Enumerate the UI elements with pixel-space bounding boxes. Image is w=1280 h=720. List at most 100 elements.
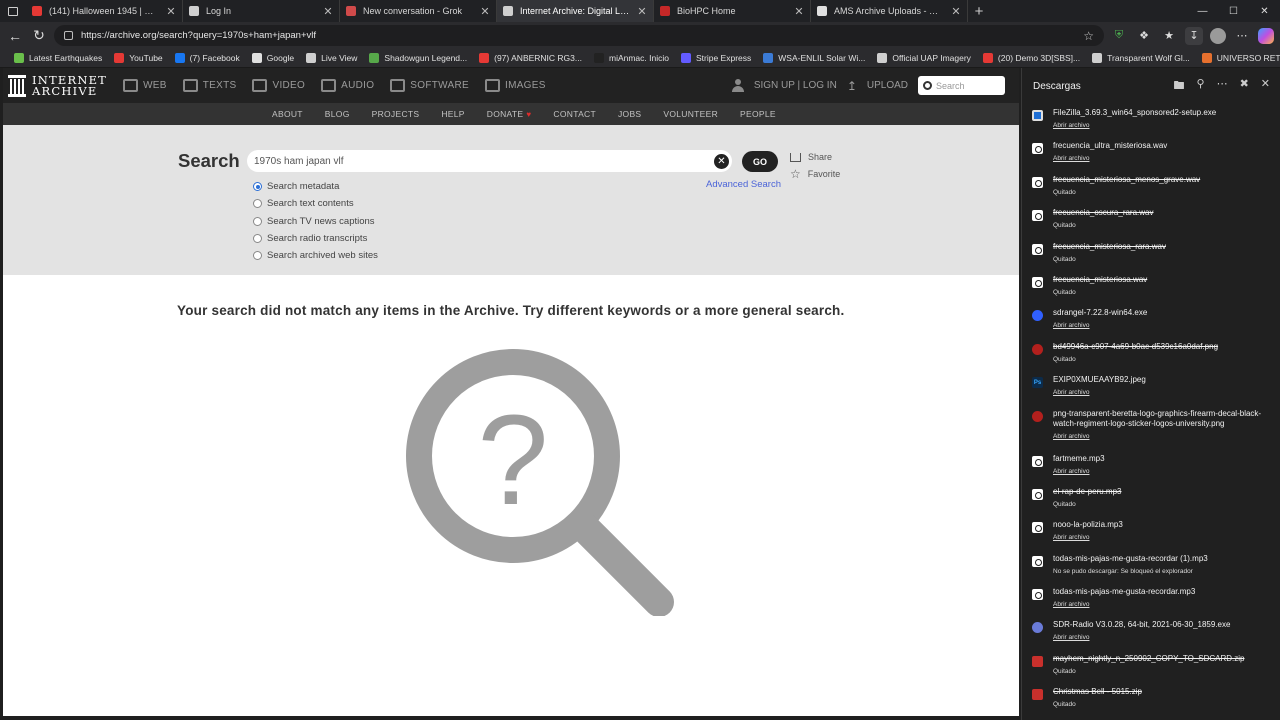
- browser-tab[interactable]: Internet Archive: Digital Library of ✕: [497, 0, 654, 22]
- upload-link[interactable]: UPLOAD: [867, 80, 908, 91]
- subnav-donate[interactable]: DONATE: [487, 109, 524, 119]
- favorite-star-icon[interactable]: ☆: [1083, 29, 1094, 43]
- open-file-link[interactable]: Abrir archivo: [1053, 122, 1216, 129]
- bookmark-item[interactable]: Google: [246, 53, 300, 63]
- ia-nav-software[interactable]: SOFTWARE: [390, 79, 469, 92]
- open-file-link[interactable]: Abrir archivo: [1053, 433, 1280, 440]
- download-filename[interactable]: nooo-la-polizia.mp3: [1053, 520, 1123, 530]
- clear-search-icon[interactable]: ✕: [714, 153, 729, 169]
- browser-tab[interactable]: New conversation - Grok ✕: [340, 0, 497, 22]
- bookmark-item[interactable]: Shadowgun Legend...: [363, 53, 473, 63]
- more-menu-icon[interactable]: ⋯: [1233, 27, 1251, 45]
- open-file-link[interactable]: Abrir archivo: [1053, 534, 1123, 541]
- favorites-icon[interactable]: ★: [1160, 27, 1178, 45]
- download-item[interactable]: sdrangel-7.22.8-win64.exe Abrir archivo: [1030, 304, 1280, 337]
- search-option[interactable]: Search text contents: [253, 195, 378, 212]
- download-item[interactable]: frecuencia_ultra_misteriosa.wav Abrir arc…: [1030, 137, 1280, 170]
- subnav-about[interactable]: ABOUT: [272, 109, 303, 119]
- tab-close-icon[interactable]: ✕: [794, 5, 804, 18]
- ia-nav-video[interactable]: VIDEO: [252, 79, 305, 92]
- ia-nav-texts[interactable]: TEXTS: [182, 79, 237, 92]
- open-file-link[interactable]: Abrir archivo: [1053, 601, 1195, 608]
- bookmark-item[interactable]: (20) Demo 3D[SBS]...: [977, 53, 1086, 63]
- download-item[interactable]: nooo-la-polizia.mp3 Abrir archivo: [1030, 516, 1280, 549]
- download-filename[interactable]: frecuencia_misteriosa_menos_grave.wav: [1053, 175, 1200, 185]
- download-filename[interactable]: FileZilla_3.69.3_win64_sponsored2-setup.…: [1053, 108, 1216, 118]
- bookmark-item[interactable]: Stripe Express: [675, 53, 757, 63]
- more-options-icon[interactable]: ⋯: [1217, 77, 1228, 96]
- download-item[interactable]: el-rap-de-peru.mp3 Quitado: [1030, 483, 1280, 516]
- open-file-link[interactable]: Abrir archivo: [1053, 389, 1146, 396]
- download-filename[interactable]: fartmeme.mp3: [1053, 454, 1105, 464]
- back-button[interactable]: ←: [6, 26, 24, 46]
- search-option[interactable]: Search radio transcripts: [253, 230, 378, 247]
- download-item[interactable]: fartmeme.mp3 Abrir archivo: [1030, 450, 1280, 483]
- search-option[interactable]: Search TV news captions: [253, 213, 378, 230]
- download-filename[interactable]: Christmas Bell - 5015.zip: [1053, 687, 1142, 697]
- bookmark-item[interactable]: (7) Facebook: [169, 53, 246, 63]
- ia-nav-audio[interactable]: AUDIO: [321, 79, 374, 92]
- url-text[interactable]: https://archive.org/search?query=1970s+h…: [81, 30, 1075, 41]
- download-item[interactable]: SDR-Radio V3.0.28, 64-bit, 2021-06-30_18…: [1030, 616, 1280, 649]
- extension-shield-icon[interactable]: ⛨: [1110, 27, 1128, 45]
- download-filename[interactable]: todas-mis-pajas-me-gusta-recordar (1).mp…: [1053, 554, 1208, 564]
- subnav-blog[interactable]: BLOG: [325, 109, 350, 119]
- ia-logo[interactable]: INTERNET ARCHIVE: [8, 74, 107, 97]
- download-filename[interactable]: todas-mis-pajas-me-gusta-recordar.mp3: [1053, 587, 1195, 597]
- maximize-button[interactable]: ☐: [1218, 0, 1249, 22]
- bookmark-item[interactable]: Latest Earthquakes: [8, 53, 108, 63]
- open-folder-icon[interactable]: 🖿: [1174, 77, 1185, 96]
- bookmark-item[interactable]: WSA-ENLIL Solar Wi...: [757, 53, 871, 63]
- search-option-radio[interactable]: [253, 234, 262, 244]
- downloads-icon[interactable]: ↧: [1185, 26, 1203, 45]
- browser-tab[interactable]: Log In ✕: [183, 0, 340, 22]
- tab-close-icon[interactable]: ✕: [323, 5, 333, 18]
- browser-tab[interactable]: BioHPC Home ✕: [654, 0, 811, 22]
- subnav-volunteer[interactable]: VOLUNTEER: [663, 109, 718, 119]
- bookmark-item[interactable]: UNIVERSO RETRO...: [1196, 53, 1280, 63]
- search-option-radio[interactable]: [253, 199, 262, 209]
- reload-button[interactable]: ↻: [30, 26, 48, 46]
- download-item[interactable]: todas-mis-pajas-me-gusta-recordar (1).mp…: [1030, 550, 1280, 583]
- copilot-icon[interactable]: [1258, 27, 1274, 44]
- address-bar[interactable]: https://archive.org/search?query=1970s+h…: [54, 25, 1104, 46]
- share-button[interactable]: Share: [790, 152, 832, 162]
- site-info-icon[interactable]: [64, 31, 73, 40]
- download-item[interactable]: todas-mis-pajas-me-gusta-recordar.mp3 Abr…: [1030, 583, 1280, 616]
- download-item[interactable]: frecuencia_misteriosa_menos_grave.wav Qui…: [1030, 171, 1280, 204]
- signup-login-link[interactable]: SIGN UP | LOG IN: [754, 80, 837, 91]
- tab-close-icon[interactable]: ✕: [951, 5, 961, 18]
- subnav-help[interactable]: HELP: [441, 109, 464, 119]
- download-filename[interactable]: frecuencia_misteriosa.wav: [1053, 275, 1147, 285]
- search-option-radio[interactable]: [253, 251, 262, 261]
- download-item[interactable]: png-transparent-beretta-logo-graphics-fi…: [1030, 405, 1280, 450]
- subnav-donate-wrap[interactable]: DONATE ♥: [487, 109, 532, 119]
- download-item[interactable]: frecuencia_misteriosa_rara.wav Quitado: [1030, 238, 1280, 271]
- tab-close-icon[interactable]: ✕: [637, 5, 647, 18]
- subnav-jobs[interactable]: JOBS: [618, 109, 641, 119]
- bookmark-item[interactable]: (97) ANBERNIC RG3...: [473, 53, 588, 63]
- browser-tab[interactable]: AMS Archive Uploads - Google S ✕: [811, 0, 968, 22]
- bookmark-item[interactable]: Official UAP Imagery: [871, 53, 977, 63]
- download-filename[interactable]: mayhem_nightly_n_250902_COPY_TO_SDCARD.z…: [1053, 654, 1245, 664]
- download-item[interactable]: mayhem_nightly_n_250902_COPY_TO_SDCARD.z…: [1030, 650, 1280, 683]
- download-filename[interactable]: sdrangel-7.22.8-win64.exe: [1053, 308, 1147, 318]
- pin-icon[interactable]: ✖: [1240, 77, 1249, 96]
- download-item[interactable]: bd49946a-c907-4a69-b0ac-d539c16a0daf.png…: [1030, 338, 1280, 371]
- download-item[interactable]: FileZilla_3.69.3_win64_sponsored2-setup.…: [1030, 104, 1280, 137]
- profile-avatar[interactable]: [1210, 27, 1226, 44]
- bookmark-item[interactable]: Transparent Wolf Gl...: [1086, 53, 1196, 63]
- search-downloads-icon[interactable]: ⚲: [1197, 77, 1205, 96]
- download-filename[interactable]: frecuencia_oscura_rara.wav: [1053, 208, 1154, 218]
- open-file-link[interactable]: Abrir archivo: [1053, 322, 1147, 329]
- favorite-button[interactable]: ☆ Favorite: [790, 167, 840, 181]
- open-file-link[interactable]: Abrir archivo: [1053, 468, 1105, 475]
- tab-close-icon[interactable]: ✕: [480, 5, 490, 18]
- download-filename[interactable]: frecuencia_ultra_misteriosa.wav: [1053, 141, 1167, 151]
- search-query-input[interactable]: 1970s ham japan vlf ✕: [247, 150, 732, 172]
- download-filename[interactable]: bd49946a-c907-4a69-b0ac-d539c16a0daf.png: [1053, 342, 1218, 352]
- download-item[interactable]: frecuencia_misteriosa.wav Quitado: [1030, 271, 1280, 304]
- download-filename[interactable]: SDR-Radio V3.0.28, 64-bit, 2021-06-30_18…: [1053, 620, 1230, 630]
- download-filename[interactable]: png-transparent-beretta-logo-graphics-fi…: [1053, 409, 1280, 429]
- ia-header-search-input[interactable]: Search: [918, 76, 1005, 95]
